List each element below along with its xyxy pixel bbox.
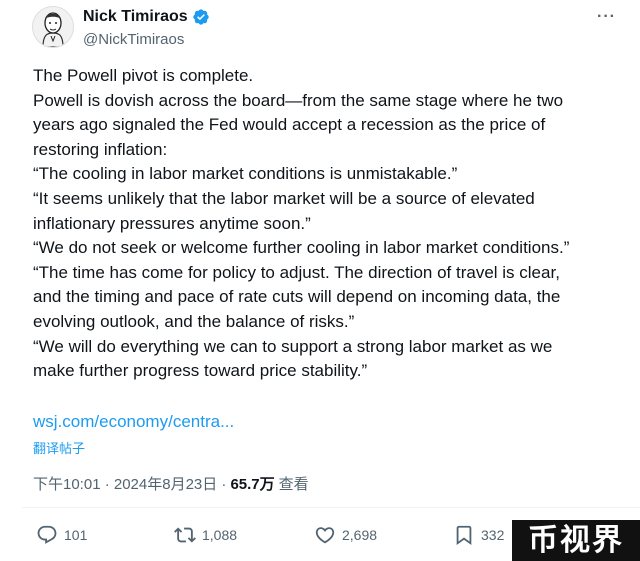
like-count: 2,698 [342,527,378,543]
reply-button[interactable]: 101 [36,524,87,546]
tweet-line: “We do not seek or welcome further cooli… [33,238,570,258]
author-display-name[interactable]: Nick Timiraos [83,8,188,26]
retweet-button[interactable]: 1,088 [174,524,237,546]
watermark-logo: 币视界 [512,520,640,561]
tweet-line: restoring inflation: [33,139,168,159]
tweet-text: The Powell pivot is complete. Powell is … [33,64,633,384]
retweet-count: 1,088 [202,527,238,543]
tweet-meta: 下午10:01 · 2024年8月23日 · 65.7万 查看 [33,473,309,494]
tweet-line: evolving outlook, and the balance of ris… [33,311,355,331]
tweet-line: years ago signaled the Fed would accept … [33,115,546,135]
like-button[interactable]: 2,698 [314,524,377,546]
timestamp[interactable]: 下午10:01 · 2024年8月23日 · [33,473,226,494]
bookmark-button[interactable]: 332 [453,524,504,546]
tweet-line: “It seems unlikely that the labor market… [33,188,535,208]
tweet-line: “We will do everything we can to support… [33,336,553,356]
tweet-line: Powell is dovish across the board—from t… [33,90,564,110]
tweet-line: inflationary pressures anytime soon.” [33,213,311,233]
views-label: 查看 [278,476,309,493]
tweet-line: “The time has come for policy to adjust.… [33,262,560,282]
reply-count: 101 [64,527,88,543]
author-handle[interactable]: @NickTimiraos [83,31,184,48]
tweet-line: “The cooling in labor market conditions … [33,164,458,184]
verified-badge-icon [192,9,209,25]
more-options-button[interactable]: ··· [597,8,616,26]
bookmark-count: 332 [481,527,505,543]
bookmark-icon [456,525,472,546]
views-count: 65.7万 [230,476,275,493]
heart-icon [315,527,335,544]
avatar[interactable] [32,6,74,48]
author-name-row: Nick Timiraos [83,8,210,26]
tweet-line: The Powell pivot is complete. [33,66,254,85]
tweet-line: make further progress toward price stabi… [33,361,368,381]
retweet-icon [174,527,196,543]
tweet-line: and the timing and pace of rate cuts wil… [33,287,561,307]
article-link[interactable]: wsj.com/economy/centra... [33,412,234,432]
translate-post-link[interactable]: 翻译帖子 [33,438,85,457]
reply-icon [37,525,57,544]
divider [22,507,640,508]
tweet-header: Nick Timiraos @NickTimiraos ··· [0,0,640,60]
avatar-sketch-icon [33,7,73,47]
